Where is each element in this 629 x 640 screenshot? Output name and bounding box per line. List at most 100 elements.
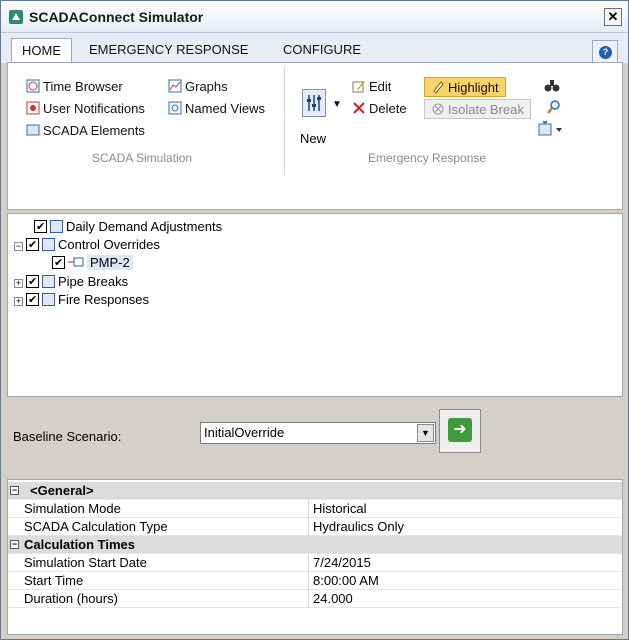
tab-configure[interactable]: CONFIGURE [273, 38, 371, 62]
scenario-tree: Daily Demand Adjustments − Control Overri… [7, 213, 623, 397]
zoom-icon[interactable] [546, 99, 562, 115]
tree-item-label: Control Overrides [58, 237, 160, 252]
delete-button[interactable]: Delete [352, 99, 407, 119]
run-arrow-icon: ➜ [448, 418, 472, 442]
tree-item-label: Fire Responses [58, 292, 150, 307]
property-row[interactable]: Simulation Mode Historical [8, 500, 622, 518]
tree-item-daily-demand-adjustments[interactable]: Daily Demand Adjustments [34, 218, 222, 236]
help-button[interactable]: ? [592, 40, 618, 64]
adjustment-icon [50, 220, 63, 233]
tree-item-pipe-breaks[interactable]: + Pipe Breaks [14, 273, 128, 291]
time-browser-icon [26, 79, 40, 93]
tree-item-checkbox[interactable] [26, 291, 39, 309]
ribbon-tab-bar: HOME EMERGENCY RESPONSE CONFIGURE ? [1, 33, 628, 64]
graphs-button[interactable]: Graphs [168, 77, 228, 97]
scada-elements-icon [26, 124, 40, 136]
scada-elements-button[interactable]: SCADA Elements [26, 121, 145, 141]
property-row[interactable]: Duration (hours) 24.000 [8, 590, 622, 608]
new-button[interactable] [302, 89, 326, 117]
property-name: Start Time [24, 573, 84, 588]
property-category-title: Calculation Times [24, 537, 136, 552]
close-button[interactable]: ✕ [604, 8, 622, 26]
highlight-label: Highlight [448, 80, 499, 95]
property-name: SCADA Calculation Type [24, 519, 168, 534]
collapse-icon[interactable]: − [14, 242, 23, 251]
delete-icon [353, 102, 365, 114]
property-value[interactable]: 8:00:00 AM [308, 572, 622, 590]
window-title: SCADAConnect Simulator [29, 9, 204, 25]
collapse-icon[interactable]: − [10, 486, 19, 495]
graph-icon [168, 79, 182, 93]
adjustment-icon [42, 275, 55, 288]
scadaconnect-window: SCADAConnect Simulator ✕ HOME EMERGENCY … [0, 0, 629, 640]
tree-item-fire-responses[interactable]: + Fire Responses [14, 291, 149, 309]
property-name: Simulation Mode [24, 501, 121, 516]
named-views-label: Named Views [185, 101, 265, 116]
delete-label: Delete [369, 101, 407, 116]
expand-icon[interactable]: + [14, 279, 23, 288]
ribbon-panel: Time Browser User Notifications SCADA El… [7, 62, 623, 210]
scada-elements-label: SCADA Elements [43, 123, 145, 138]
named-views-icon [168, 101, 182, 115]
property-value[interactable]: 24.000 [308, 590, 622, 608]
user-notifications-label: User Notifications [43, 101, 145, 116]
run-scenario-button[interactable]: ➜ [439, 409, 481, 453]
named-views-button[interactable]: Named Views [168, 99, 265, 119]
tree-item-checkbox[interactable] [26, 273, 39, 291]
title-bar[interactable]: SCADAConnect Simulator ✕ [1, 1, 628, 33]
tree-item-control-overrides[interactable]: − Control Overrides [14, 236, 160, 254]
ribbon-group-separator [284, 67, 285, 175]
property-category-calculation-times[interactable]: − Calculation Times [8, 536, 622, 554]
property-name: Simulation Start Date [24, 555, 147, 570]
new-dropdown-arrow[interactable]: ▼ [332, 95, 342, 115]
user-notifications-button[interactable]: User Notifications [26, 99, 145, 119]
tree-item-label: Pipe Breaks [58, 274, 129, 289]
collapse-icon[interactable]: − [10, 540, 19, 549]
graphs-label: Graphs [185, 79, 228, 94]
tree-item-label: Daily Demand Adjustments [66, 219, 223, 234]
scada-simulation-group-label: SCADA Simulation [92, 151, 193, 165]
edit-label: Edit [369, 79, 392, 94]
edit-button[interactable]: Edit [352, 77, 391, 97]
chevron-down-icon[interactable]: ▼ [417, 424, 434, 442]
tree-item-pmp-2[interactable]: PMP-2 [52, 254, 133, 272]
isolate-break-button[interactable]: Isolate Break [424, 99, 531, 119]
property-category-general[interactable]: − <General> [8, 482, 622, 500]
user-notifications-icon [26, 101, 40, 115]
property-row[interactable]: Simulation Start Date 7/24/2015 [8, 554, 622, 572]
time-browser-label: Time Browser [43, 79, 123, 94]
property-value[interactable]: Historical [308, 500, 622, 518]
property-category-title: <General> [30, 483, 94, 498]
app-logo-icon [9, 10, 23, 24]
highlight-button[interactable]: Highlight [424, 77, 506, 97]
baseline-scenario-select[interactable]: InitialOverride ▼ [200, 422, 436, 444]
tab-home[interactable]: HOME [11, 38, 72, 64]
isolate-break-label: Isolate Break [448, 102, 524, 117]
property-name: Duration (hours) [24, 591, 118, 606]
edit-icon [352, 81, 365, 93]
mixer-sliders-icon [307, 95, 321, 111]
property-grid: − <General> Simulation Mode Historical S… [7, 479, 623, 635]
property-row[interactable]: SCADA Calculation Type Hydraulics Only [8, 518, 622, 536]
property-value[interactable]: Hydraulics Only [308, 518, 622, 536]
time-browser-button[interactable]: Time Browser [26, 77, 123, 97]
tree-item-label: PMP-2 [87, 255, 133, 270]
tree-item-checkbox[interactable] [52, 254, 65, 272]
expand-icon[interactable]: + [14, 297, 23, 306]
help-icon: ? [599, 46, 612, 59]
emergency-response-group-label: Emergency Response [368, 151, 487, 165]
highlighter-icon [433, 81, 444, 94]
property-value[interactable]: 7/24/2015 [308, 554, 622, 572]
new-label: New [300, 131, 327, 146]
add-layer-dropdown-icon[interactable] [538, 121, 566, 137]
adjustment-icon [42, 293, 55, 306]
property-row[interactable]: Start Time 8:00:00 AM [8, 572, 622, 590]
pump-icon [68, 254, 84, 267]
tab-emergency-response[interactable]: EMERGENCY RESPONSE [79, 38, 258, 62]
adjustment-icon [42, 238, 55, 251]
binoculars-icon[interactable] [544, 77, 560, 93]
baseline-scenario-value: InitialOverride [204, 425, 285, 440]
tree-item-checkbox[interactable] [26, 236, 39, 254]
baseline-scenario-label: Baseline Scenario: [13, 429, 122, 444]
tree-item-checkbox[interactable] [34, 218, 47, 236]
